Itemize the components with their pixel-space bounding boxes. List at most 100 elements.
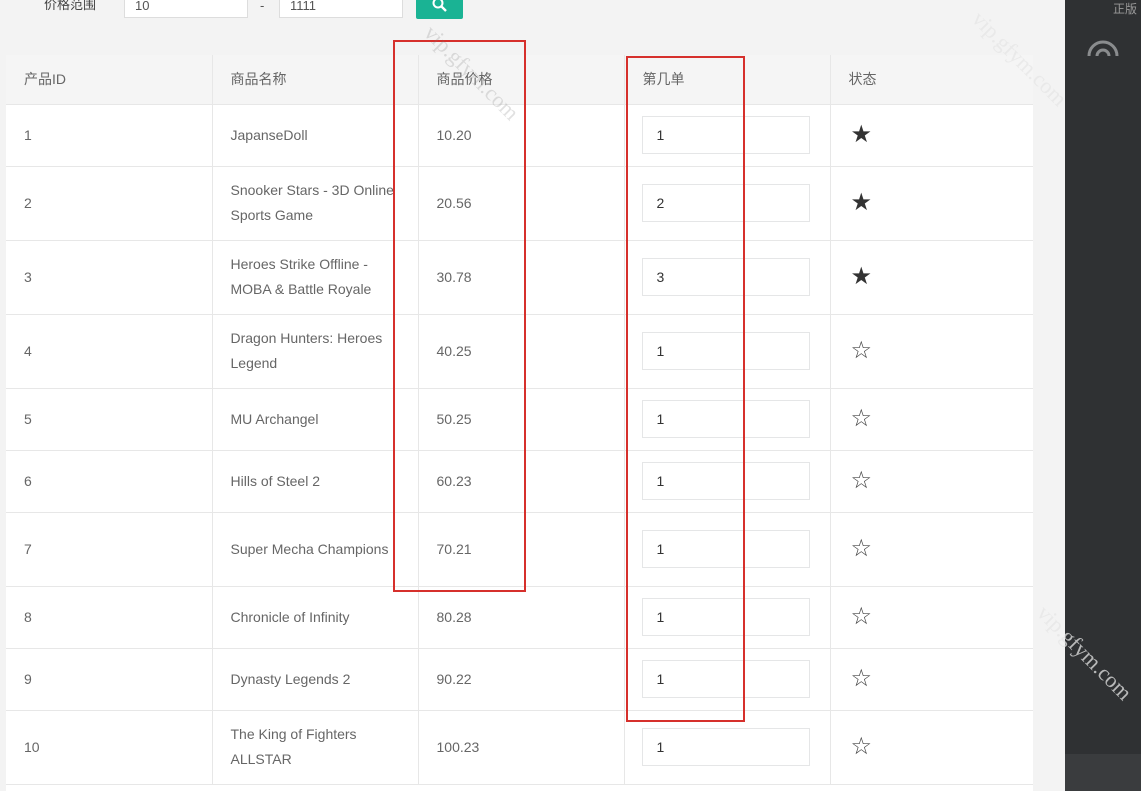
order-number-input[interactable] (641, 660, 810, 698)
copyright-icon (1087, 40, 1119, 57)
table-body: 1JapanseDoll10.20★2Snooker Stars - 3D On… (6, 104, 1033, 785)
status-cell: ☆ (830, 586, 1033, 649)
star-filled-icon[interactable]: ★ (851, 189, 873, 216)
product-price-cell: 10.20 (418, 104, 625, 167)
product-id-cell: 5 (6, 388, 213, 451)
status-cell: ☆ (830, 648, 1033, 711)
price-min-input[interactable] (124, 0, 248, 18)
order-number-cell (624, 450, 831, 513)
product-table-panel: 产品ID 商品名称 商品价格 第几单 状态 1JapanseDoll10.20 ★… (6, 55, 1033, 791)
header-status[interactable]: 状态 (830, 55, 1033, 105)
star-filled-icon[interactable]: ★ (851, 263, 873, 290)
order-number-input[interactable] (641, 184, 810, 222)
header-order-number[interactable]: 第几单 (624, 55, 831, 105)
product-id-cell: 2 (6, 166, 213, 241)
order-number-cell (624, 104, 831, 167)
product-name-cell: The King of Fighters ALLSTAR (212, 710, 419, 785)
status-cell: ☆ (830, 388, 1033, 451)
search-button[interactable] (416, 0, 463, 19)
status-cell: ☆ (830, 512, 1033, 587)
order-number-cell (624, 240, 831, 315)
right-sidebar (1065, 0, 1141, 791)
product-id-cell: 3 (6, 240, 213, 315)
table-row: 4Dragon Hunters: Heroes Legend40.25 ☆ (6, 314, 1033, 389)
star-outline-icon[interactable]: ☆ (851, 467, 873, 494)
product-price-cell: 50.25 (418, 388, 625, 451)
product-price-cell: 30.78 (418, 240, 625, 315)
product-name-cell: Dragon Hunters: Heroes Legend (212, 314, 419, 389)
star-outline-icon[interactable]: ☆ (851, 337, 873, 364)
order-number-cell (624, 388, 831, 451)
product-id-cell: 4 (6, 314, 213, 389)
order-number-input[interactable] (641, 530, 810, 568)
table-row: 7Super Mecha Champions70.21 ☆ (6, 512, 1033, 587)
product-id-cell: 9 (6, 648, 213, 711)
product-name-cell: Snooker Stars - 3D Online Sports Game (212, 166, 419, 241)
order-number-cell (624, 512, 831, 587)
product-name-cell: MU Archangel (212, 388, 419, 451)
product-price-cell: 60.23 (418, 450, 625, 513)
star-outline-icon[interactable]: ☆ (851, 535, 873, 562)
header-product-price[interactable]: 商品价格 (418, 55, 625, 105)
table-header-row: 产品ID 商品名称 商品价格 第几单 状态 (6, 55, 1033, 105)
status-cell: ☆ (830, 450, 1033, 513)
price-range-label: 价格范围 (44, 0, 97, 12)
product-name-cell: Chronicle of Infinity (212, 586, 419, 649)
status-cell: ☆ (830, 710, 1033, 785)
order-number-cell (624, 648, 831, 711)
star-outline-icon[interactable]: ☆ (851, 405, 873, 432)
order-number-cell (624, 710, 831, 785)
order-number-cell (624, 166, 831, 241)
star-outline-icon[interactable]: ☆ (851, 665, 873, 692)
product-price-cell: 20.56 (418, 166, 625, 241)
range-dash: - (260, 0, 265, 13)
star-outline-icon[interactable]: ☆ (851, 603, 873, 630)
right-sidebar-footer (1065, 754, 1141, 791)
genuine-badge: 正版 (1113, 2, 1138, 16)
status-cell: ★ (830, 166, 1033, 241)
product-price-cell: 70.21 (418, 512, 625, 587)
status-cell: ☆ (830, 314, 1033, 389)
table-row: 6Hills of Steel 260.23 ☆ (6, 450, 1033, 513)
product-table: 产品ID 商品名称 商品价格 第几单 状态 1JapanseDoll10.20 ★… (6, 55, 1033, 785)
product-name-cell: JapanseDoll (212, 104, 419, 167)
order-number-input[interactable] (641, 332, 810, 370)
order-number-input[interactable] (641, 598, 810, 636)
order-number-input[interactable] (641, 400, 810, 438)
table-row: 10The King of Fighters ALLSTAR100.23 ☆ (6, 710, 1033, 785)
header-product-name[interactable]: 商品名称 (212, 55, 419, 105)
table-row: 5MU Archangel50.25 ☆ (6, 388, 1033, 451)
order-number-input[interactable] (641, 258, 810, 296)
order-number-input[interactable] (641, 728, 810, 766)
table-row: 1JapanseDoll10.20 ★ (6, 104, 1033, 167)
header-product-id[interactable]: 产品ID (6, 55, 213, 105)
product-id-cell: 10 (6, 710, 213, 785)
table-row: 9Dynasty Legends 290.22 ☆ (6, 648, 1033, 711)
product-price-cell: 80.28 (418, 586, 625, 649)
product-name-cell: Heroes Strike Offline - MOBA & Battle Ro… (212, 240, 419, 315)
product-id-cell: 7 (6, 512, 213, 587)
order-number-input[interactable] (641, 116, 810, 154)
product-price-cell: 90.22 (418, 648, 625, 711)
product-name-cell: Dynasty Legends 2 (212, 648, 419, 711)
status-cell: ★ (830, 240, 1033, 315)
order-number-input[interactable] (641, 462, 810, 500)
product-id-cell: 8 (6, 586, 213, 649)
status-cell: ★ (830, 104, 1033, 167)
order-number-cell (624, 586, 831, 649)
product-name-cell: Hills of Steel 2 (212, 450, 419, 513)
star-filled-icon[interactable]: ★ (851, 121, 873, 148)
star-outline-icon[interactable]: ☆ (851, 733, 873, 760)
product-name-cell: Super Mecha Champions (212, 512, 419, 587)
product-price-cell: 100.23 (418, 710, 625, 785)
product-price-cell: 40.25 (418, 314, 625, 389)
search-icon (432, 0, 447, 12)
product-id-cell: 6 (6, 450, 213, 513)
table-row: 8Chronicle of Infinity80.28 ☆ (6, 586, 1033, 649)
price-filter-bar: 价格范围 - (0, 0, 1065, 22)
table-row: 2 Snooker Stars - 3D Online Sports Game 20… (6, 166, 1033, 241)
product-id-cell: 1 (6, 104, 213, 167)
table-row: 3 Heroes Strike Offline - MOBA & Battle R… (6, 240, 1033, 315)
order-number-cell (624, 314, 831, 389)
price-max-input[interactable] (279, 0, 403, 18)
